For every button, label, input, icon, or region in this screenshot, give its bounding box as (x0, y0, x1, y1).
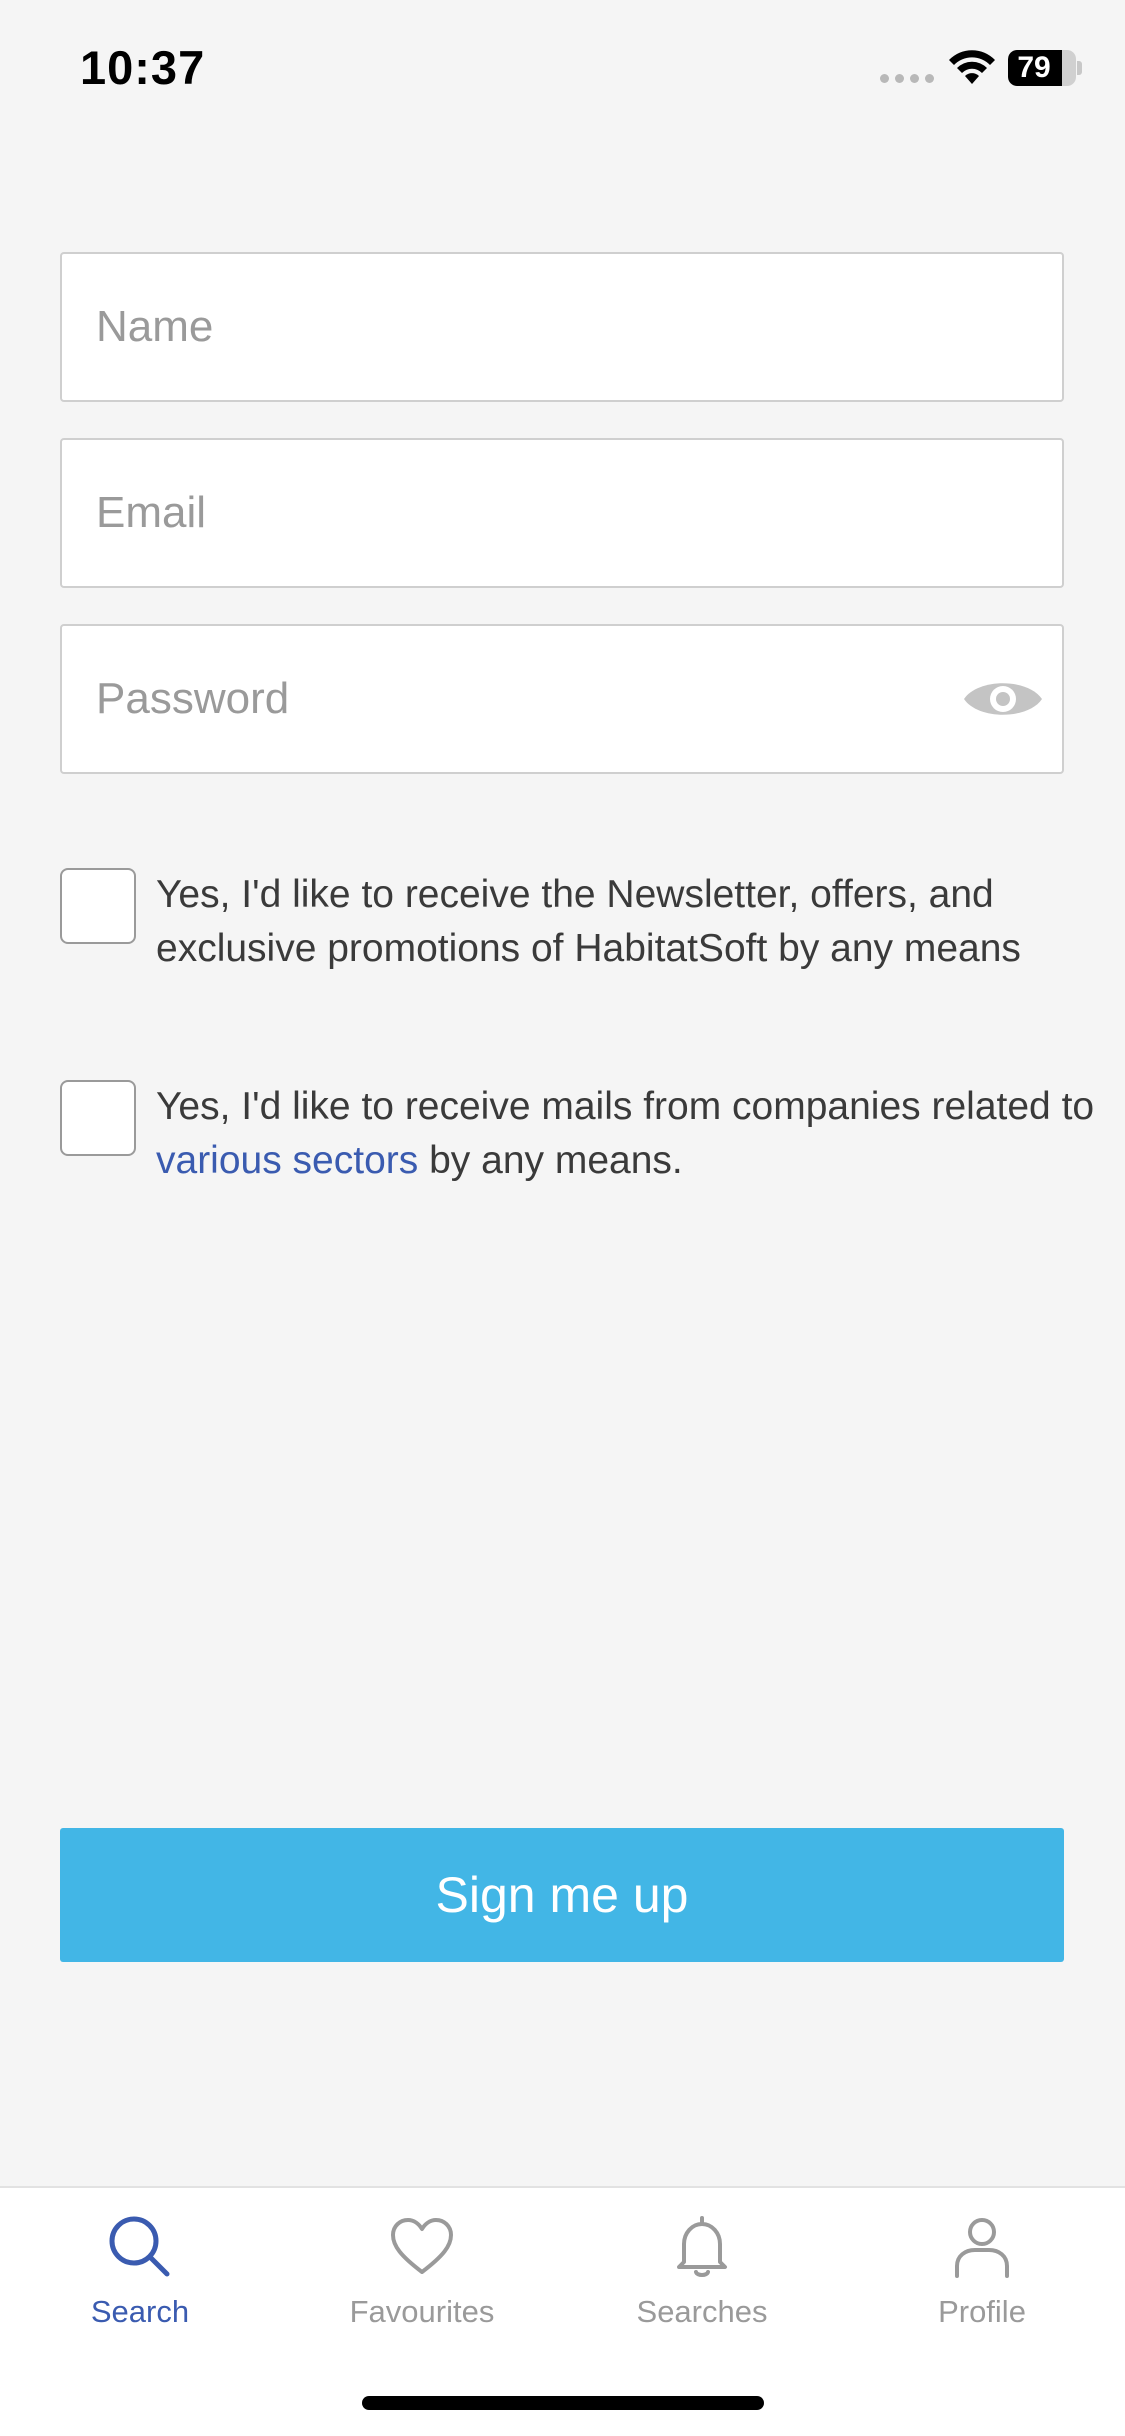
battery-level: 79 (1017, 51, 1051, 84)
tab-profile[interactable]: Profile (882, 2212, 1082, 2342)
newsletter-consent-text: Yes, I'd like to receive the Newsletter,… (156, 873, 1021, 970)
email-field[interactable] (62, 440, 1062, 586)
heart-icon (391, 2218, 453, 2274)
name-field-container (60, 252, 1064, 402)
search-icon (109, 2216, 170, 2277)
show-password-eye-icon[interactable] (962, 673, 1044, 725)
password-field-container (60, 624, 1064, 774)
various-sectors-link[interactable]: various sectors (156, 1139, 418, 1182)
bell-icon (677, 2216, 727, 2277)
tab-search[interactable]: Search (40, 2212, 240, 2342)
status-time: 10:37 (80, 41, 206, 94)
tab-profile-label: Profile (938, 2294, 1026, 2329)
name-field[interactable] (62, 254, 1062, 400)
consent-text-before: Yes, I'd like to receive mails from comp… (156, 1085, 1095, 1128)
battery-icon: 79 (1008, 50, 1082, 86)
tab-searches[interactable]: Searches (602, 2212, 802, 2342)
tab-searches-label: Searches (636, 2294, 768, 2329)
wifi-icon (949, 50, 995, 84)
newsletter-checkbox[interactable] (60, 868, 136, 944)
password-field[interactable] (62, 626, 1062, 772)
consent-text-after: by any means. (418, 1139, 683, 1182)
email-field-container (60, 438, 1064, 588)
person-icon (955, 2218, 1009, 2278)
tab-favourites-label: Favourites (349, 2294, 495, 2329)
third-party-mail-checkbox[interactable] (60, 1080, 136, 1156)
home-indicator (362, 2396, 764, 2410)
cellular-signal-icon (880, 74, 934, 83)
tab-search-label: Search (90, 2294, 190, 2329)
sign-me-up-button[interactable]: Sign me up (60, 1828, 1064, 1962)
status-bar: 10:37 79 (0, 0, 1125, 140)
third-party-mail-consent-text: Yes, I'd like to receive mails from comp… (156, 1080, 1125, 1188)
signup-screen: 10:37 79 Name Email Yes, I'd like to rec… (0, 0, 1125, 2436)
tab-favourites[interactable]: Favourites (322, 2212, 522, 2342)
